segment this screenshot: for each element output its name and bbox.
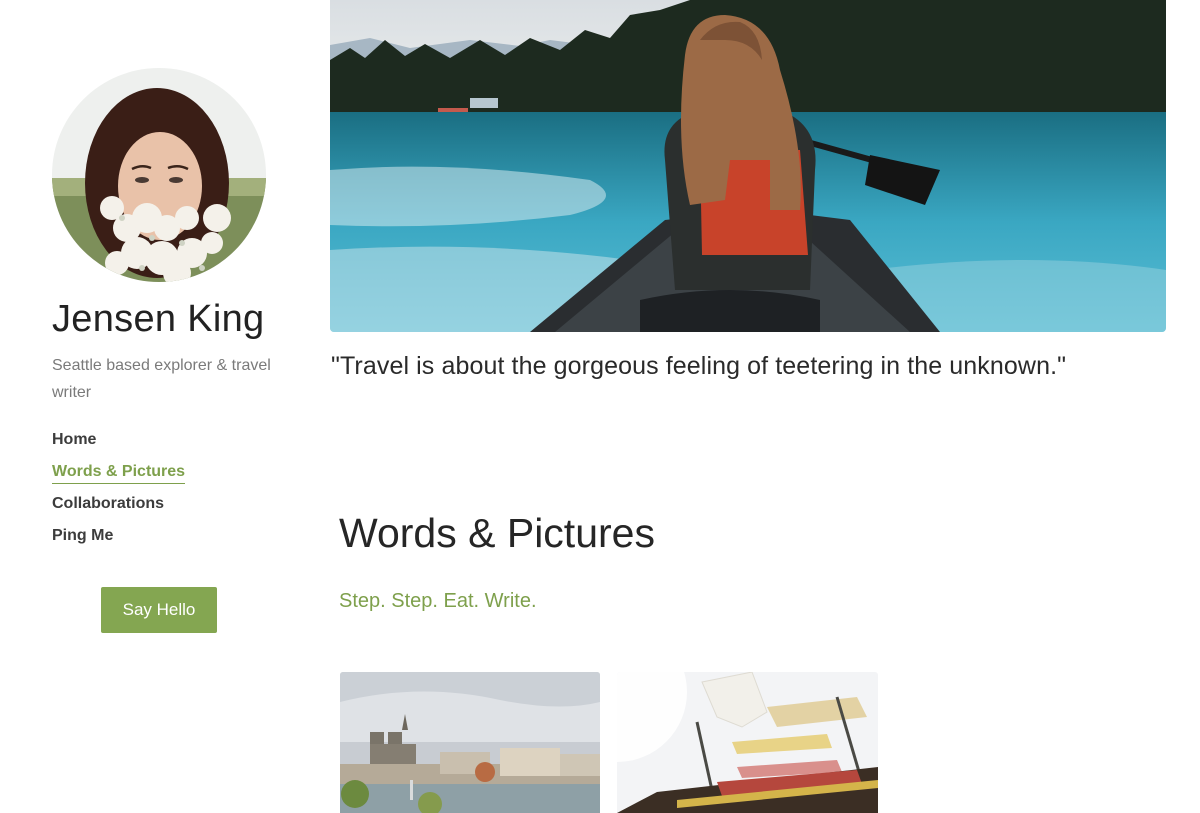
- avatar: [52, 68, 266, 282]
- post-card-laundry[interactable]: [617, 672, 878, 813]
- main-nav: Home Words & Pictures Collaborations Pin…: [52, 428, 186, 556]
- nav-item-collaborations: Collaborations: [52, 492, 185, 524]
- nav-item-ping-me: Ping Me: [52, 524, 185, 556]
- nav-link-home[interactable]: Home: [52, 428, 96, 452]
- author-name: Jensen King: [52, 298, 265, 340]
- post-thumbnail-paris: [340, 672, 600, 813]
- hero-canoe-photo: [330, 0, 1166, 332]
- section-title: Words & Pictures: [339, 510, 655, 556]
- hero-image: [330, 0, 1166, 332]
- section-subtitle: Step. Step. Eat. Write.: [339, 590, 537, 612]
- author-tagline: Seattle based explorer & travel writer: [52, 357, 271, 401]
- hero-quote: "Travel is about the gorgeous feeling of…: [331, 352, 1067, 380]
- nav-item-home: Home: [52, 428, 185, 460]
- post-card-paris[interactable]: [340, 672, 600, 813]
- nav-link-collaborations[interactable]: Collaborations: [52, 492, 164, 516]
- nav-item-words-pictures: Words & Pictures: [52, 460, 186, 492]
- nav-link-ping-me[interactable]: Ping Me: [52, 524, 113, 548]
- nav-link-words-pictures[interactable]: Words & Pictures: [52, 462, 186, 484]
- post-thumbnail-laundry: [617, 672, 878, 813]
- avatar-photo: [52, 68, 266, 282]
- say-hello-button[interactable]: Say Hello: [101, 587, 217, 633]
- sidebar: Jensen King Seattle based explorer & tra…: [0, 0, 320, 813]
